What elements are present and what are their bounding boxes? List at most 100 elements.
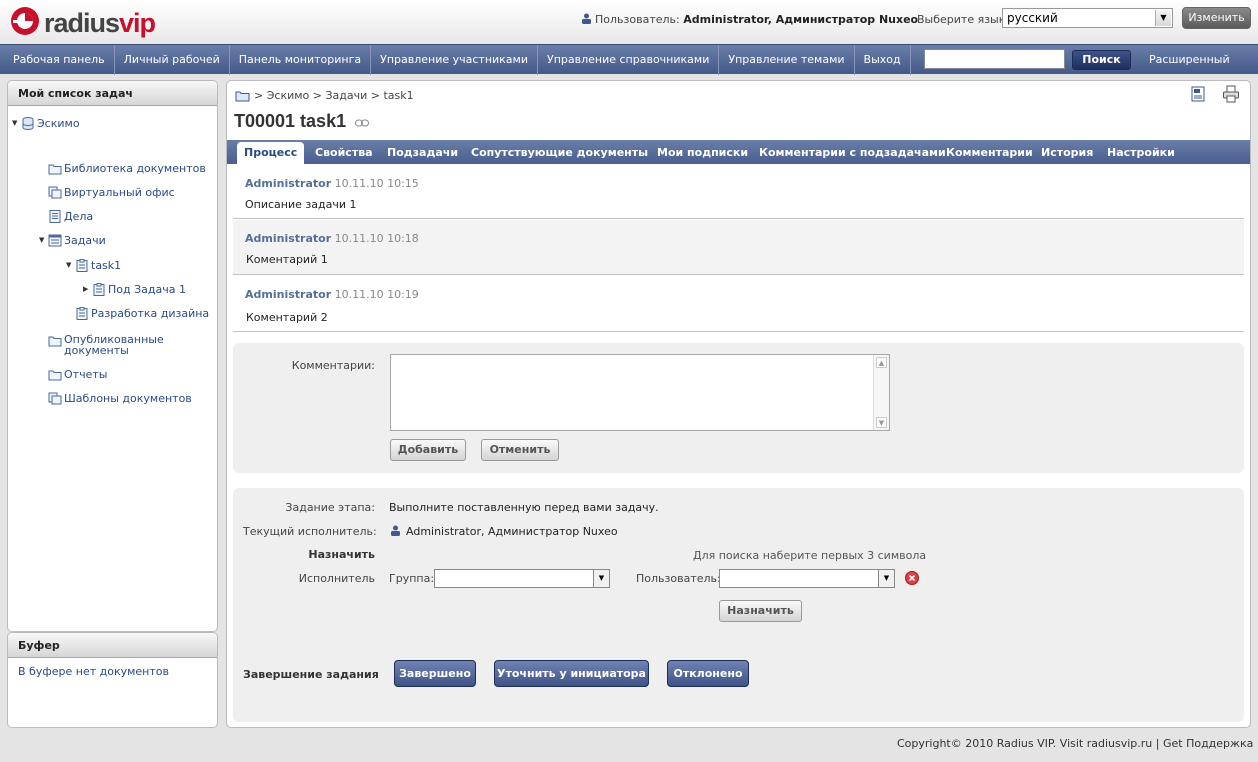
- executor-label: Текущий исполнитель:: [243, 525, 377, 538]
- nav-personal-workspace[interactable]: Личный рабочей: [115, 45, 230, 75]
- tree-node-tasks[interactable]: ▼ Задачи: [39, 234, 106, 247]
- tab-process[interactable]: Процесс: [237, 142, 305, 164]
- folder-icon: [48, 164, 62, 175]
- page-title: T00001 task1: [234, 111, 370, 132]
- cancel-comment-button[interactable]: Отменить: [481, 439, 559, 461]
- group-select[interactable]: ▼: [434, 569, 610, 588]
- comment-textarea[interactable]: ▲ ▼: [390, 354, 890, 431]
- main-navigation: Рабочая панель Личный рабочей Панель мон…: [0, 44, 1258, 96]
- tab-properties[interactable]: Свойства: [315, 140, 373, 164]
- language-label: Выберите язык:: [917, 13, 1010, 26]
- tab-history[interactable]: История: [1041, 140, 1093, 164]
- print-icon[interactable]: [1222, 85, 1240, 103]
- language-select[interactable]: русский ▼: [1002, 8, 1173, 28]
- comment-label: Комментарии:: [291, 359, 375, 372]
- tab-subtasks[interactable]: Подзадачи: [387, 140, 458, 164]
- add-comment-button[interactable]: Добавить: [390, 439, 466, 461]
- chevron-down-icon: ▼: [1155, 10, 1171, 26]
- folder-icon[interactable]: [235, 90, 250, 102]
- buffer-title: Буфер: [8, 633, 217, 658]
- search-button[interactable]: Поиск: [1072, 50, 1131, 70]
- tab-related-documents[interactable]: Сопутствующие документы: [471, 140, 648, 164]
- task-form: Задание этапа: Выполните поставленную пе…: [233, 488, 1244, 722]
- caret-down-icon[interactable]: ▼: [66, 261, 74, 271]
- comment-author[interactable]: Administrator: [245, 288, 331, 301]
- task-list-title: Мой список задач: [8, 81, 217, 106]
- comment-meta: Administrator 10.11.10 10:18: [245, 232, 419, 245]
- comment-date: 10.11.10 10:15: [334, 177, 419, 190]
- clipboard-icon: [93, 283, 105, 296]
- nav-members[interactable]: Управление участниками: [371, 45, 538, 75]
- comment-meta: Administrator 10.11.10 10:19: [245, 288, 419, 301]
- group-label: Группа:: [389, 572, 435, 585]
- scroll-up-icon[interactable]: ▲: [876, 357, 887, 368]
- document-actions: [1190, 85, 1240, 103]
- permalink-icon[interactable]: [355, 119, 370, 127]
- nav-themes[interactable]: Управление темами: [719, 45, 855, 75]
- tab-bar: Процесс Свойства Подзадачи Сопутствующие…: [227, 140, 1250, 164]
- tree-node-task1[interactable]: ▼ task1: [66, 259, 121, 272]
- scrollbar[interactable]: ▲ ▼: [873, 355, 889, 430]
- tree-node-document-library[interactable]: Библиотека документов: [48, 162, 206, 175]
- performer-label: Исполнитель: [298, 572, 375, 585]
- comment-text: Коментарий 2: [246, 311, 328, 324]
- caret-down-icon[interactable]: ▼: [12, 119, 20, 129]
- scroll-down-icon[interactable]: ▼: [876, 417, 887, 428]
- tree-node-published[interactable]: Опубликованные документы: [48, 334, 164, 356]
- tab-subscriptions[interactable]: Мои подписки: [657, 140, 748, 164]
- export-icon[interactable]: [1190, 85, 1208, 103]
- logo[interactable]: radiusvip: [10, 4, 160, 40]
- executor-value: Administrator, Администратор Nuxeo: [390, 525, 618, 538]
- search-input[interactable]: [924, 49, 1065, 69]
- case-file-icon: [49, 210, 61, 223]
- comment-author[interactable]: Administrator: [245, 177, 331, 190]
- database-icon: [22, 117, 34, 130]
- clipboard-icon: [76, 307, 88, 320]
- comment-date: 10.11.10 10:19: [334, 288, 419, 301]
- tree-node-subtask1[interactable]: ▶ Под Задача 1: [83, 283, 186, 296]
- stage-value: Выполните поставленную перед вами задачу…: [389, 501, 659, 514]
- clear-icon[interactable]: [905, 571, 919, 585]
- tree-node-design[interactable]: Разработка дизайна: [75, 307, 209, 320]
- tree-node-cases[interactable]: Дела: [48, 210, 93, 223]
- templates-folder-icon: [48, 392, 62, 405]
- clarify-button[interactable]: Уточнить у инициатора: [494, 660, 649, 687]
- radius-logo-icon: [11, 7, 39, 35]
- user-icon: [582, 13, 591, 24]
- breadcrumb-path[interactable]: > Эскимо > Задачи > task1: [254, 89, 414, 102]
- tree-node-reports[interactable]: Отчеты: [48, 368, 107, 381]
- nav-dashboard[interactable]: Рабочая панель: [4, 45, 115, 75]
- clipboard-icon: [76, 259, 88, 272]
- tab-comments[interactable]: Комментарии: [946, 140, 1033, 164]
- chevron-down-icon: ▼: [593, 570, 609, 587]
- tab-settings[interactable]: Настройки: [1107, 140, 1175, 164]
- reject-button[interactable]: Отклонено: [667, 660, 749, 687]
- change-language-button[interactable]: Изменить: [1182, 7, 1251, 29]
- comment-text: Описание задачи 1: [245, 198, 357, 211]
- nav-monitoring[interactable]: Панель мониторинга: [230, 45, 372, 75]
- tree-node-templates[interactable]: Шаблоны документов: [48, 392, 192, 405]
- folder-icon: [48, 336, 62, 347]
- folder-icon: [48, 370, 62, 381]
- comment-item: Administrator 10.11.10 10:18 Коментарий …: [233, 220, 1244, 275]
- nav-logout[interactable]: Выход: [855, 45, 911, 75]
- caret-right-icon[interactable]: ▶: [83, 285, 91, 295]
- nav-directories[interactable]: Управление справочниками: [538, 45, 720, 75]
- comment-date: 10.11.10 10:18: [334, 232, 419, 245]
- brand-name: radiusvip: [44, 8, 156, 38]
- tab-comments-with-subtasks[interactable]: Комментарии с подзадачами: [759, 140, 946, 164]
- header: radiusvip Пользователь: Administrator, А…: [0, 0, 1258, 44]
- user-select[interactable]: ▼: [719, 569, 895, 588]
- user-label: Пользователь:: [636, 572, 721, 585]
- office-folder-icon: [48, 186, 62, 199]
- tree-node-eskimo[interactable]: ▼ Эскимо: [12, 117, 80, 130]
- comment-item: Administrator 10.11.10 10:19 Коментарий …: [233, 276, 1244, 332]
- completion-label: Завершение задания: [243, 668, 379, 681]
- buffer-empty-text: В буфере нет документов: [18, 665, 169, 678]
- complete-button[interactable]: Завершено: [394, 660, 476, 687]
- tree-node-virtual-office[interactable]: Виртуальный офис: [48, 186, 175, 199]
- caret-down-icon[interactable]: ▼: [39, 236, 47, 246]
- user-info: Пользователь: Administrator, Администрат…: [581, 13, 918, 26]
- assign-button[interactable]: Назначить: [719, 600, 802, 622]
- comment-author[interactable]: Administrator: [245, 232, 331, 245]
